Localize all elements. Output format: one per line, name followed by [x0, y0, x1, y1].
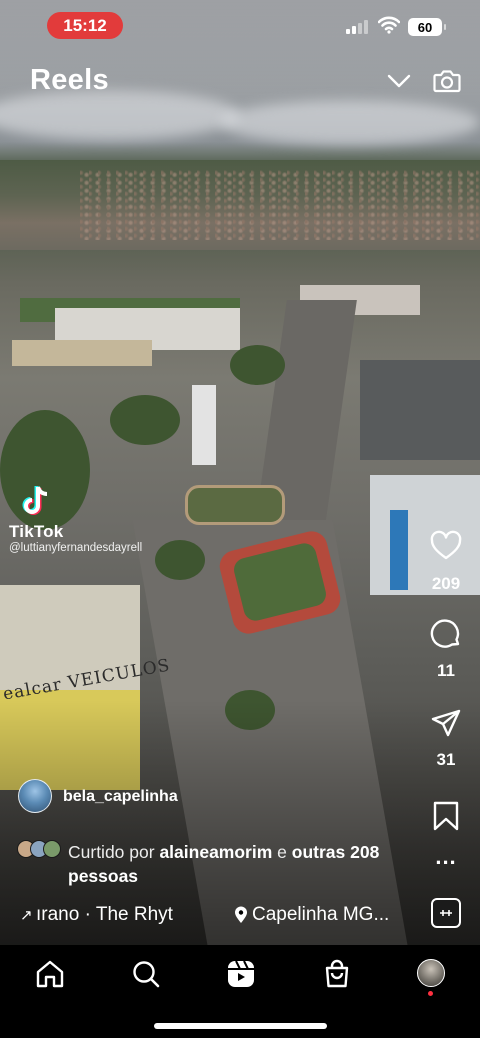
- tree: [230, 345, 285, 385]
- bottom-nav: [0, 945, 480, 1038]
- liked-by-text[interactable]: Curtido por alaineamorim e outras 208 pe…: [68, 840, 418, 888]
- audio-thumbnail[interactable]: [431, 898, 461, 928]
- tiktok-logo-icon: [22, 486, 48, 515]
- search-icon[interactable]: [131, 959, 161, 989]
- share-send-icon[interactable]: [430, 708, 462, 740]
- author-username[interactable]: bela_capelinha: [63, 788, 178, 806]
- watermark-brand: TikTok: [9, 522, 64, 541]
- watermark-handle: @luttianyfernandesdayrell: [9, 542, 143, 554]
- liked-conjunction: e: [277, 842, 287, 862]
- location-label[interactable]: Capelinha MG...: [252, 904, 389, 926]
- music-track[interactable]: ırano · The Rhyt: [36, 904, 220, 926]
- cellular-signal-icon: [346, 18, 370, 34]
- wifi-icon: [378, 16, 400, 34]
- like-count[interactable]: 209: [416, 574, 476, 594]
- warehouse-roof: [360, 360, 480, 460]
- page-title: Reels: [30, 64, 109, 96]
- profile-avatar[interactable]: [417, 959, 445, 987]
- reels-icon[interactable]: [226, 959, 256, 989]
- store-facade: [390, 510, 408, 590]
- battery-indicator: 60: [408, 18, 446, 36]
- comment-count[interactable]: 11: [416, 661, 476, 681]
- gas-station: [12, 340, 152, 366]
- camera-icon[interactable]: [432, 66, 462, 96]
- comment-icon[interactable]: [430, 618, 462, 650]
- author-avatar[interactable]: [18, 779, 52, 813]
- share-count[interactable]: 31: [416, 750, 476, 770]
- distant-town: [80, 170, 480, 240]
- bookmark-icon[interactable]: [430, 800, 462, 832]
- audio-icon: [440, 910, 452, 916]
- notification-dot: [428, 991, 433, 996]
- shop-icon[interactable]: [322, 959, 352, 989]
- home-icon[interactable]: [35, 959, 65, 989]
- sign-tower: [192, 385, 216, 465]
- more-options-icon[interactable]: ...: [432, 846, 460, 872]
- home-indicator: [154, 1023, 327, 1029]
- tree: [110, 395, 180, 445]
- liked-prefix: Curtido por: [68, 842, 155, 862]
- palm-tree: [155, 540, 205, 580]
- status-time[interactable]: 15:12: [47, 12, 123, 39]
- liked-user[interactable]: alaineamorim: [159, 842, 272, 862]
- like-heart-icon[interactable]: [430, 530, 462, 562]
- chevron-down-icon[interactable]: [386, 68, 412, 94]
- liked-by-avatars: [17, 840, 63, 860]
- music-location-row: ↗ ırano · The Rhyt Capelinha MG...: [20, 902, 425, 928]
- location-pin-icon: [235, 906, 247, 923]
- music-arrow-icon: ↗: [20, 907, 33, 924]
- roundabout: [185, 485, 285, 525]
- status-bar: 15:12 60: [0, 10, 480, 40]
